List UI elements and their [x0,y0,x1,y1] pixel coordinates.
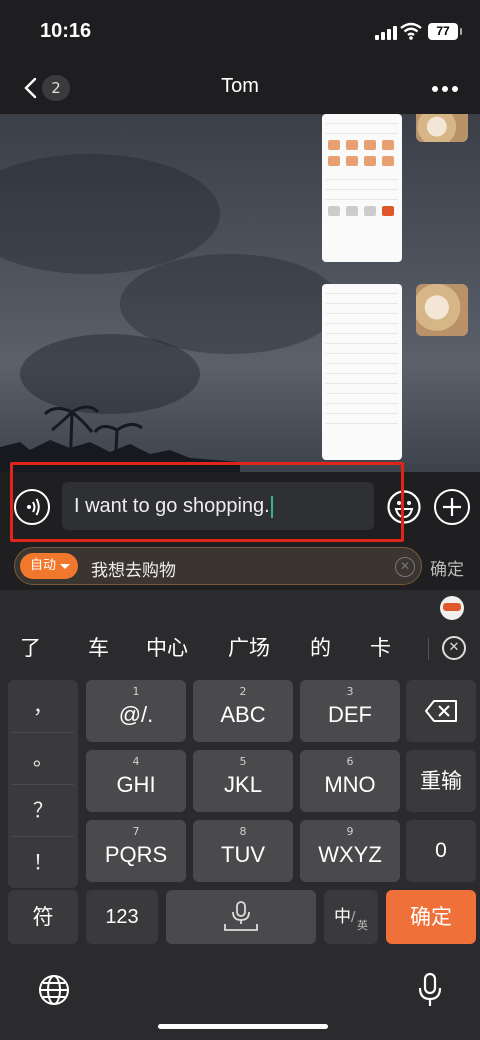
status-bar: 10:16 77 [0,0,480,62]
status-time: 10:16 [40,20,92,42]
space-mic-icon [224,901,258,931]
confirm-key[interactable]: 确定 [386,890,476,944]
punct-key[interactable]: 。 [8,732,78,784]
candidate-word[interactable]: 的 [310,632,331,662]
key-label: GHI [116,772,156,797]
key-number: 5 [239,755,247,768]
voice-input-button[interactable] [14,489,50,525]
translation-text: 我想去购物 [91,561,176,581]
photo-message-1[interactable] [416,114,468,142]
backspace-icon [425,700,457,722]
symbols-key[interactable]: 符 [8,890,78,944]
key-5[interactable]: 5 JKL [193,750,293,812]
key-label: PQRS [104,842,168,867]
more-options-icon[interactable] [432,86,458,92]
auto-mode-label: 自动 [30,558,57,573]
palm-trees-silhouette [0,405,240,472]
candidate-word[interactable]: 中心 [146,632,188,662]
more-actions-plus-button[interactable] [434,489,470,525]
message-text-field[interactable]: I want to go shopping. [62,482,374,530]
key-2[interactable]: 2 ABC [193,680,293,742]
photo-message-2[interactable] [416,284,468,336]
key-label: MNO [324,772,376,797]
lang-slash: / [351,910,356,925]
home-indicator [158,1024,328,1029]
chat-title: Tom [221,75,259,97]
key-number: 4 [132,755,140,768]
key-number: 2 [239,685,247,698]
keyboard-logo-icon[interactable] [440,596,464,620]
key-number: 6 [346,755,354,768]
key-number: 7 [132,825,140,838]
message-input-bar: I want to go shopping. [0,472,480,542]
space-key[interactable] [166,890,316,944]
screenshot-message-2[interactable] [322,284,402,460]
key-0[interactable]: 0 [406,820,476,882]
key-9[interactable]: 9 WXYZ [300,820,400,882]
candidate-word[interactable]: 广场 [228,632,270,662]
punct-key[interactable]: ， [8,680,78,732]
confirm-translation-button[interactable]: 确定 [430,555,464,580]
key-label: @/. [118,702,154,727]
key-label: ABC [220,702,266,727]
lang-sub-label: 英 [357,919,368,932]
emoji-icon[interactable] [386,489,422,525]
message-text: I want to go shopping. [74,495,270,517]
retype-key[interactable]: 重输 [406,750,476,812]
key-3[interactable]: 3 DEF [300,680,400,742]
language-switch-key[interactable]: 中 / 英 [324,890,378,944]
key-label: TUV [221,842,265,867]
battery-icon: 77 [428,23,462,40]
candidate-word[interactable]: 卡 [370,632,391,662]
candidate-divider [428,638,429,660]
key-1[interactable]: 1 @/. [86,680,186,742]
chat-header: 2 Tom [0,62,480,114]
lang-main-label: 中 [334,907,351,927]
dropdown-arrow-icon [60,564,70,569]
plus-icon [443,498,461,516]
candidate-word[interactable]: 了 [20,632,41,662]
key-8[interactable]: 8 TUV [193,820,293,882]
key-4[interactable]: 4 GHI [86,750,186,812]
numbers-key[interactable]: 123 [86,890,158,944]
candidate-bar: 了 车 中心 广场 的 卡 ✕ [0,624,480,668]
wifi-icon [400,22,422,40]
voice-wave-icon [27,498,40,516]
text-caret [270,495,273,518]
chat-background [0,114,480,472]
keyboard: 了 车 中心 广场 的 卡 ✕ ， 。 ？ ！ 1 @/. 2 ABC 3 DE… [0,590,480,1040]
key-label: DEF [328,702,372,727]
translation-field[interactable]: 自动 我想去购物 ✕ [14,547,422,585]
punct-key[interactable]: ！ [8,836,78,888]
backspace-key[interactable] [406,680,476,742]
screenshot-message-1[interactable] [322,114,402,262]
translation-bar: 自动 我想去购物 ✕ 确定 [0,542,480,590]
key-6[interactable]: 6 MNO [300,750,400,812]
key-number: 9 [346,825,354,838]
key-number: 3 [346,685,354,698]
cellular-signal-icon [375,24,397,40]
clear-translation-icon[interactable]: ✕ [395,557,415,577]
key-7[interactable]: 7 PQRS [86,820,186,882]
punctuation-column: ， 。 ？ ！ [8,680,78,888]
key-label: JKL [224,772,262,797]
key-number: 8 [239,825,247,838]
key-number: 1 [132,685,140,698]
candidate-word[interactable]: 车 [88,632,109,662]
globe-icon[interactable] [38,974,70,1006]
key-label: WXYZ [318,842,382,867]
punct-key[interactable]: ？ [8,784,78,836]
dictation-mic-icon[interactable] [416,972,444,1008]
auto-mode-dropdown[interactable]: 自动 [20,553,78,579]
close-candidates-icon[interactable]: ✕ [442,636,466,660]
